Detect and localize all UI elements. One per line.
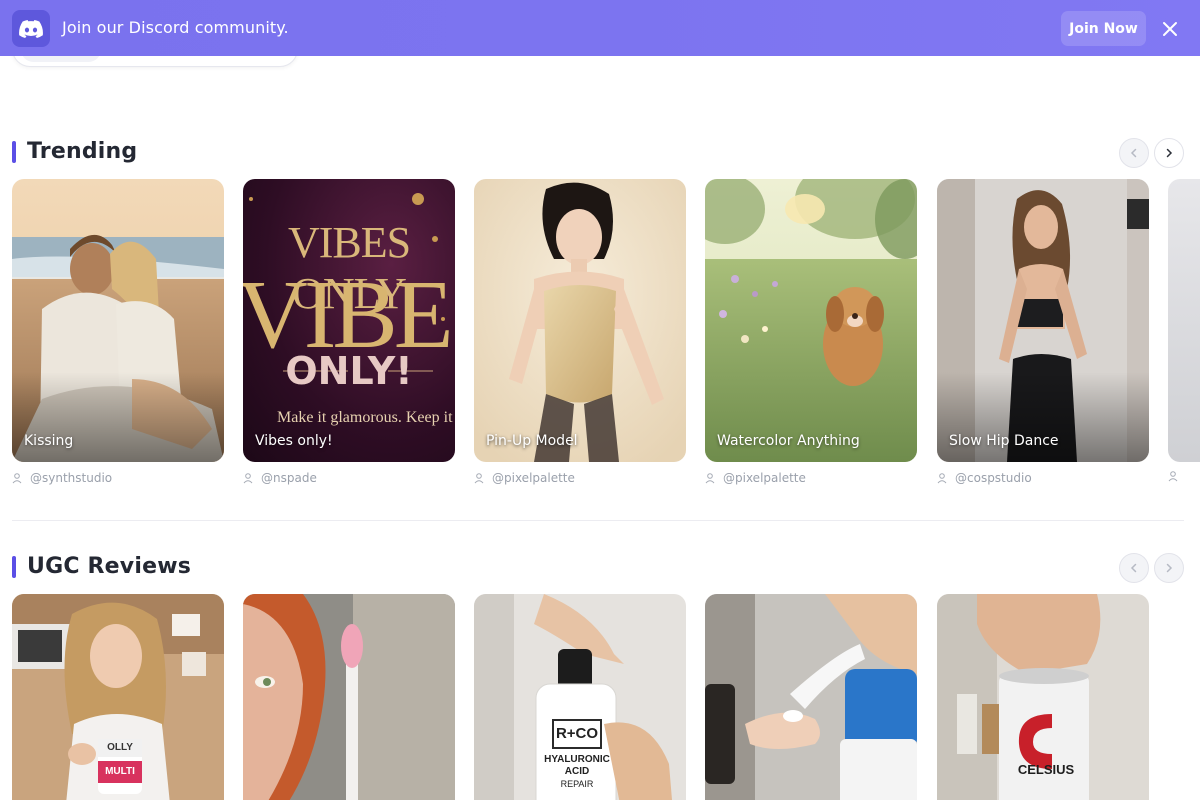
ugc-card[interactable]: R+CO HYALURONIC ACID REPAIR bbox=[474, 594, 686, 800]
chevron-left-icon bbox=[1130, 148, 1137, 158]
card-image bbox=[705, 179, 917, 462]
art-text: Make it glamorous. Keep it ele bbox=[277, 409, 455, 426]
trending-card[interactable]: Pin-Up Model bbox=[474, 179, 686, 462]
chevron-left-icon bbox=[1130, 563, 1137, 573]
discord-banner: Join our Discord community. Join Now bbox=[0, 0, 1200, 56]
trending-card[interactable]: Watercolor Anything bbox=[705, 179, 917, 462]
close-icon[interactable] bbox=[1160, 19, 1180, 39]
card-image bbox=[705, 594, 917, 800]
card-author[interactable]: @pixelpalette bbox=[474, 471, 575, 485]
section-title-ugc-reviews: UGC Reviews bbox=[27, 554, 192, 579]
card-author[interactable]: @nspade bbox=[243, 471, 317, 485]
card-image bbox=[474, 179, 686, 462]
card-title: Slow Hip Dance bbox=[949, 433, 1059, 449]
card-title: Pin-Up Model bbox=[486, 433, 578, 449]
product-logo: R+CO bbox=[552, 719, 602, 749]
ugc-card[interactable]: OLLY MULTI bbox=[12, 594, 224, 800]
ugc-next-button[interactable] bbox=[1154, 553, 1184, 583]
user-icon bbox=[474, 472, 484, 483]
ugc-card[interactable] bbox=[243, 594, 455, 800]
card-title: Kissing bbox=[24, 433, 74, 449]
section-divider bbox=[12, 520, 1184, 521]
card-author[interactable]: @cospstudio bbox=[937, 471, 1032, 485]
chevron-right-icon bbox=[1166, 148, 1173, 158]
user-icon bbox=[705, 472, 715, 483]
user-icon bbox=[1168, 471, 1178, 482]
product-label: CELSIUS bbox=[1017, 762, 1075, 777]
card-author[interactable]: @pixelpalette bbox=[705, 471, 806, 485]
trending-card[interactable]: Slow Hip Dance bbox=[937, 179, 1149, 462]
ugc-card[interactable]: CELSIUS bbox=[937, 594, 1149, 800]
ugc-card[interactable] bbox=[705, 594, 917, 800]
chevron-right-icon bbox=[1166, 563, 1173, 573]
section-accent-bar bbox=[12, 556, 16, 578]
card-title: Vibes only! bbox=[255, 433, 333, 449]
trending-next-button[interactable] bbox=[1154, 138, 1184, 168]
user-icon bbox=[12, 472, 22, 483]
trending-card[interactable]: Kissing bbox=[12, 179, 224, 462]
discord-icon bbox=[12, 10, 50, 47]
ugc-prev-button[interactable] bbox=[1119, 553, 1149, 583]
section-accent-bar bbox=[12, 141, 16, 163]
product-jar: OLLY MULTI bbox=[98, 739, 142, 794]
card-author[interactable]: @synthstudio bbox=[12, 471, 112, 485]
card-author[interactable] bbox=[1168, 471, 1186, 482]
user-icon bbox=[937, 472, 947, 483]
trending-card[interactable] bbox=[1168, 179, 1200, 462]
card-title: Watercolor Anything bbox=[717, 433, 860, 449]
product-label: HYALURONIC ACID REPAIR bbox=[544, 754, 610, 789]
card-image bbox=[243, 594, 455, 800]
trending-prev-button[interactable] bbox=[1119, 138, 1149, 168]
banner-text: Join our Discord community. bbox=[62, 18, 289, 37]
user-icon bbox=[243, 472, 253, 483]
section-title-trending: Trending bbox=[27, 139, 138, 164]
trending-card[interactable]: VIBES ONLY VIBES ONLY! Make it glamorous… bbox=[243, 179, 455, 462]
join-now-button[interactable]: Join Now bbox=[1061, 11, 1146, 46]
art-text: ONLY! bbox=[285, 349, 413, 393]
